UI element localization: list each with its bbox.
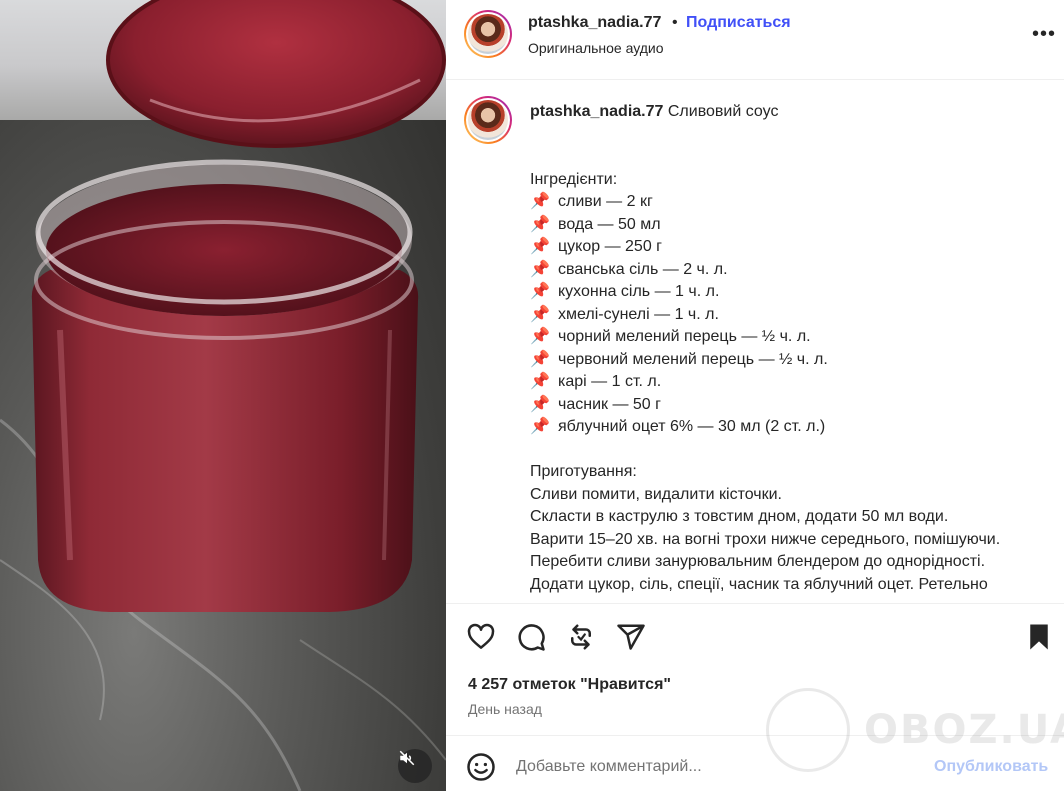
ingredient-text: вода — 50 мл (558, 215, 661, 233)
ingredients-heading: Інгредієнти: (530, 170, 618, 188)
post-date: День назад (468, 701, 542, 717)
likes-count[interactable]: 4 257 отметок "Нравится" (468, 676, 671, 694)
pushpin-icon: 📌 (530, 305, 550, 323)
mute-button[interactable] (398, 749, 432, 783)
ingredient-item: 📌 карі — 1 ст. л. (530, 371, 1040, 394)
send-icon[interactable] (616, 622, 646, 652)
ingredient-text: сванська сіль — 2 ч. л. (558, 260, 728, 278)
speaker-muted-icon (399, 750, 415, 766)
ingredient-text: карі — 1 ст. л. (558, 373, 662, 390)
ingredient-item: 📌 сванська сіль — 2 ч. л. (530, 259, 1040, 282)
ingredient-item: 📌 сливи — 2 кг (530, 191, 1040, 214)
ingredient-text: сливи — 2 кг (558, 193, 653, 210)
follow-button[interactable]: Подписаться (686, 14, 791, 32)
prep-steps: Сливи помити, видалити кісточки. Скласти … (530, 484, 1040, 597)
separator-dot: • (672, 14, 678, 31)
author-avatar[interactable] (464, 10, 512, 58)
bookmark-icon[interactable] (1024, 622, 1054, 652)
pushpin-icon: 📌 (530, 373, 550, 390)
ingredient-text: червоний мелений перець — ½ ч. л. (558, 350, 828, 368)
prep-step: Сливи помити, видалити кісточки. (530, 485, 782, 503)
prep-step: Перебити сливи занурювальним блендером д… (530, 553, 986, 570)
repost-icon[interactable] (566, 622, 596, 652)
pushpin-icon: 📌 (530, 395, 550, 413)
pushpin-icon: 📌 (530, 418, 550, 435)
ingredient-text: цукор — 250 г (558, 238, 663, 255)
heart-icon[interactable] (466, 622, 496, 652)
prep-step: Додати цукор, сіль, спеції, часник та яб… (530, 575, 988, 593)
comment-icon[interactable] (516, 622, 546, 652)
caption-avatar[interactable] (464, 96, 512, 144)
ingredient-item: 📌 червоний мелений перець — ½ ч. л. (530, 349, 1040, 372)
add-comment-bar: Опубликовать (446, 735, 1064, 791)
ingredient-text: яблучний оцет 6% — 30 мл (2 ст. л.) (558, 418, 826, 435)
original-audio-link[interactable]: Оригинальное аудио (528, 40, 664, 56)
publish-button[interactable]: Опубликовать (934, 758, 1048, 776)
prep-heading: Приготування: (530, 463, 637, 480)
ingredient-item: 📌 чорний мелений перець — ½ ч. л. (530, 326, 1040, 349)
pushpin-icon: 📌 (530, 215, 550, 233)
post-panel: ptashka_nadia.77 • Подписаться Оригиналь… (446, 0, 1064, 791)
post-caption: ptashka_nadia.77 Сливовий соус Інгредієн… (530, 101, 1040, 596)
prep-step: Скласти в каструлю з товстим дном, додат… (530, 508, 949, 525)
comment-input[interactable] (516, 756, 916, 778)
pushpin-icon: 📌 (530, 260, 550, 278)
ingredient-text: хмелі-сунелі — 1 ч. л. (558, 305, 719, 323)
post-header: ptashka_nadia.77 • Подписаться Оригиналь… (446, 0, 1064, 80)
ingredient-item: 📌 кухонна сіль — 1 ч. л. (530, 281, 1040, 304)
ingredient-text: кухонна сіль — 1 ч. л. (558, 283, 720, 300)
pushpin-icon: 📌 (530, 350, 550, 368)
smiley-icon[interactable] (466, 752, 496, 782)
more-options-icon[interactable]: ••• (1032, 22, 1056, 46)
ingredient-item: 📌 хмелі-сунелі — 1 ч. л. (530, 304, 1040, 327)
caption-username[interactable]: ptashka_nadia.77 (530, 103, 663, 120)
ingredient-item: 📌 вода — 50 мл (530, 214, 1040, 237)
comments-section[interactable]: ptashka_nadia.77 Сливовий соус Інгредієн… (446, 80, 1064, 604)
pushpin-icon: 📌 (530, 328, 550, 345)
ingredients-list: 📌 сливи — 2 кг 📌 вода — 50 мл 📌 цукор — 250 г… (530, 191, 1040, 439)
pushpin-icon: 📌 (530, 238, 550, 255)
caption-title: Сливовий соус (667, 103, 779, 120)
ingredient-item: 📌 цукор — 250 г (530, 236, 1040, 259)
jar-illustration (0, 0, 446, 791)
author-username[interactable]: ptashka_nadia.77 (528, 14, 661, 32)
prep-step: Варити 15–20 хв. на вогні трохи нижче се… (530, 530, 1001, 548)
ingredient-text: чорний мелений перець — ½ ч. л. (558, 328, 811, 345)
pushpin-icon: 📌 (530, 283, 550, 300)
ingredient-text: часник — 50 г (558, 395, 661, 413)
pushpin-icon: 📌 (530, 193, 550, 210)
post-media[interactable] (0, 0, 446, 791)
ingredient-item: 📌 яблучний оцет 6% — 30 мл (2 ст. л.) (530, 416, 1040, 439)
ingredient-item: 📌 часник — 50 г (530, 394, 1040, 417)
action-bar (446, 604, 1064, 670)
